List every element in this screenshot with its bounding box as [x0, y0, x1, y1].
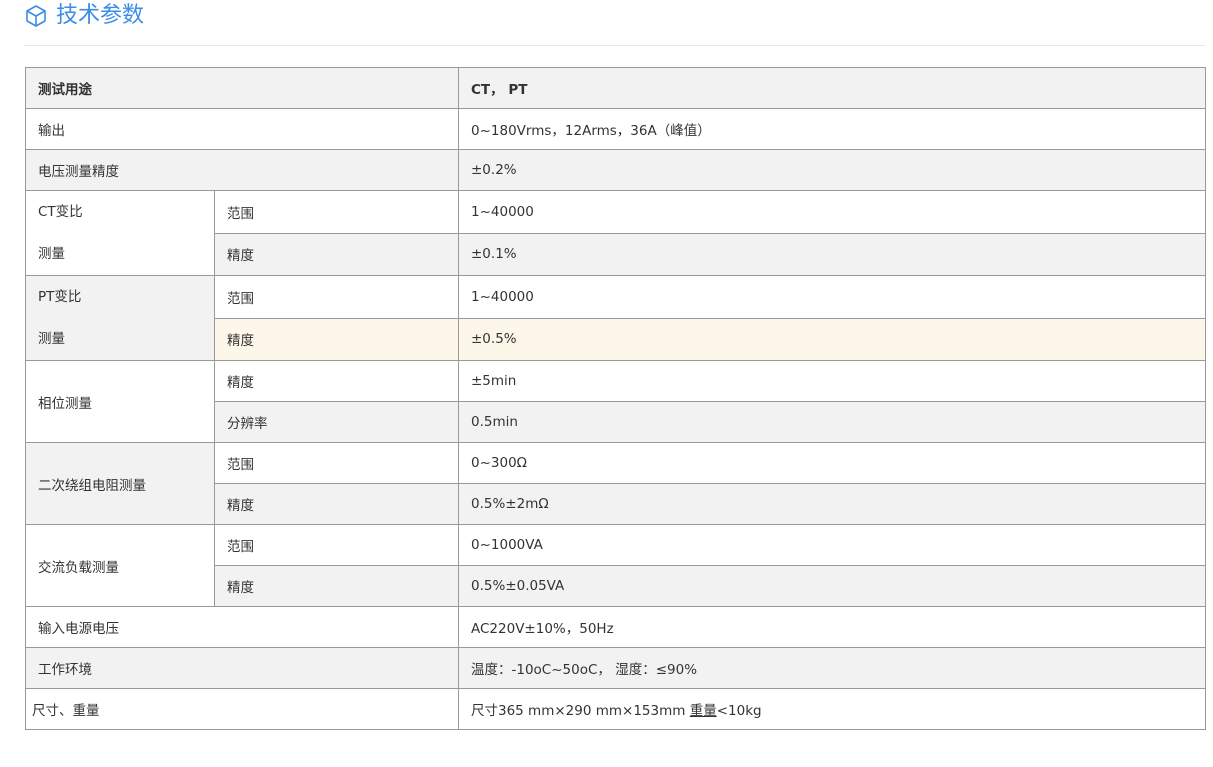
pt-range-label: 范围 [214, 275, 459, 319]
table-row-voltage-accuracy: 电压测量精度 ±0.2% [25, 149, 1206, 191]
ac-load-accuracy-label: 精度 [214, 565, 459, 607]
phase-accuracy-value: ±5min [458, 360, 1206, 402]
table-row-input-voltage: 输入电源电压 AC220V±10%，50Hz [25, 606, 1206, 648]
environment-value: 温度：-10oC~50oC， 湿度：≤90% [458, 647, 1206, 689]
table-header-value: CT， PT [458, 67, 1206, 109]
table-row-pt-range: PT变比 测量 范围 1~40000 [25, 275, 1206, 361]
phase-accuracy-label: 精度 [214, 360, 459, 402]
size-weight-label: 尺寸、重量 [25, 688, 459, 730]
phase-label: 相位测量 [25, 360, 215, 443]
table-row-ac-load-range: 交流负载测量 范围 0~1000VA [25, 524, 1206, 607]
winding-accuracy-value: 0.5%±2mΩ [458, 483, 1206, 525]
input-voltage-label: 输入电源电压 [25, 606, 459, 648]
ct-range-label: 范围 [214, 190, 459, 234]
winding-range-value: 0~300Ω [458, 442, 1206, 484]
cube-icon [26, 5, 46, 27]
size-weight-value-suffix: <10kg [716, 703, 762, 719]
section-title: 技术参数 [56, 3, 145, 28]
table-row-output: 输出 0~180Vrms，12Arms，36A（峰值） [25, 108, 1206, 150]
environment-label: 工作环境 [25, 647, 459, 689]
winding-range-label: 范围 [214, 442, 459, 484]
ct-accuracy-label: 精度 [214, 232, 459, 276]
voltage-accuracy-label: 电压测量精度 [25, 149, 459, 191]
pt-ratio-label-line2: 测量 [38, 331, 65, 347]
pt-range-value: 1~40000 [458, 275, 1206, 319]
pt-ratio-label: PT变比 测量 [25, 275, 215, 361]
ac-load-range-value: 0~1000VA [458, 524, 1206, 566]
output-value: 0~180Vrms，12Arms，36A（峰值） [458, 108, 1206, 150]
table-row-header: 测试用途 CT， PT [25, 67, 1206, 109]
ct-ratio-label-line2: 测量 [38, 246, 65, 262]
table-header-label: 测试用途 [25, 67, 459, 109]
input-voltage-value: AC220V±10%，50Hz [458, 606, 1206, 648]
phase-resolution-label: 分辨率 [214, 401, 459, 443]
pt-accuracy-value: ±0.5% [458, 317, 1206, 361]
ct-range-value: 1~40000 [458, 190, 1206, 234]
ac-load-label: 交流负载测量 [25, 524, 215, 607]
ct-ratio-label: CT变比 测量 [25, 190, 215, 276]
ac-load-accuracy-value: 0.5%±0.05VA [458, 565, 1206, 607]
table-row-ct-range: CT变比 测量 范围 1~40000 [25, 190, 1206, 276]
winding-accuracy-label: 精度 [214, 483, 459, 525]
winding-resistance-label: 二次绕组电阻测量 [25, 442, 215, 525]
ac-load-range-label: 范围 [214, 524, 459, 566]
size-weight-value-weight-label: 重量 [689, 703, 717, 719]
voltage-accuracy-value: ±0.2% [458, 149, 1206, 191]
table-row-size-weight: 尺寸、重量 尺寸365 mm×290 mm×153mm 重量<10kg [25, 688, 1206, 730]
table-row-environment: 工作环境 温度：-10oC~50oC， 湿度：≤90% [25, 647, 1206, 689]
section-header: 技术参数 [24, 0, 1205, 46]
ct-ratio-label-line1: CT变比 [38, 204, 83, 220]
table-row-winding-range: 二次绕组电阻测量 范围 0~300Ω [25, 442, 1206, 525]
table-row-phase-accuracy: 相位测量 精度 ±5min [25, 360, 1206, 443]
size-weight-value-prefix: 尺寸365 mm×290 mm×153mm [471, 703, 690, 719]
pt-accuracy-label: 精度 [214, 317, 459, 361]
pt-ratio-label-line1: PT变比 [38, 289, 82, 305]
size-weight-value: 尺寸365 mm×290 mm×153mm 重量<10kg [458, 688, 1206, 730]
output-label: 输出 [25, 108, 459, 150]
spec-table: 测试用途 CT， PT 输出 0~180Vrms，12Arms，36A（峰值） … [25, 67, 1206, 730]
ct-accuracy-value: ±0.1% [458, 232, 1206, 276]
phase-resolution-value: 0.5min [458, 401, 1206, 443]
